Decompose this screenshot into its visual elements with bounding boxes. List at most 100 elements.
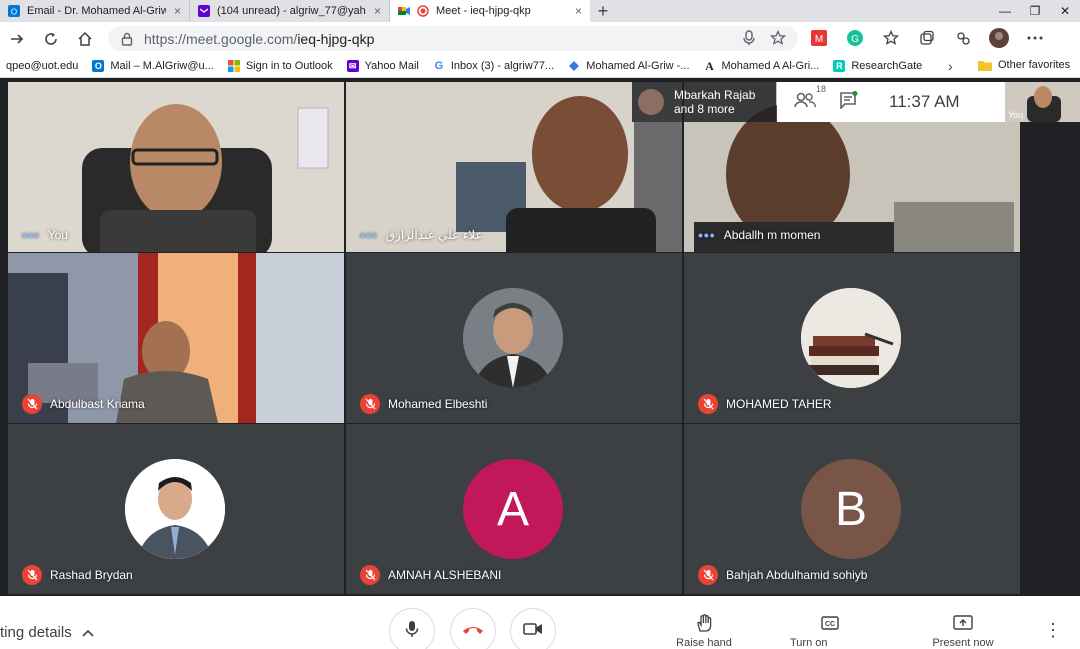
bookmark-label: Sign in to Outlook: [245, 60, 333, 72]
microphone-button[interactable]: [389, 608, 435, 649]
researchgate-icon: R: [833, 60, 846, 72]
camera-icon: [523, 622, 543, 641]
svg-text:O: O: [11, 8, 17, 17]
participant-label: MOHAMED TAHER: [698, 394, 832, 414]
avatar: [801, 288, 901, 388]
maximize-icon[interactable]: ❐: [1020, 0, 1050, 22]
minimize-icon[interactable]: —: [990, 0, 1020, 22]
avatar: [638, 89, 664, 115]
bookmark-item[interactable]: Sign in to Outlook: [227, 60, 333, 72]
present-now-button[interactable]: Present now: [923, 614, 1003, 649]
profile-share-icon[interactable]: [952, 27, 974, 49]
self-label: You: [1008, 110, 1024, 120]
favorites-icon[interactable]: [880, 27, 902, 49]
camera-button[interactable]: [510, 608, 556, 649]
bookmark-item[interactable]: ✉ Yahoo Mail: [346, 60, 419, 72]
google-icon: G: [432, 60, 445, 72]
close-icon[interactable]: ×: [174, 4, 181, 18]
address-bar: https://meet.google.com/ieq-hjpg-qkp M G: [0, 22, 1080, 55]
mic-off-icon: [360, 565, 380, 585]
participant-name: Rashad Brydan: [50, 568, 133, 582]
bookmark-label: Mail – M.AlGriw@u...: [110, 60, 214, 72]
tab-title: Email - Dr. Mohamed Al-Griw - C: [27, 5, 166, 17]
lock-icon: [120, 32, 134, 46]
bookmark-item[interactable]: A Mohamed A Al-Gri...: [703, 59, 820, 73]
avatar-initial: A: [463, 459, 563, 559]
people-icon: [794, 92, 816, 113]
more-options-icon[interactable]: ⋮: [1044, 620, 1062, 641]
participant-tile[interactable]: MOHAMED TAHER: [684, 253, 1020, 423]
collections-icon[interactable]: [916, 27, 938, 49]
microsoft-icon: [227, 60, 240, 72]
extension-red-icon[interactable]: M: [808, 27, 830, 49]
close-window-icon[interactable]: ✕: [1050, 0, 1080, 22]
bookmark-item[interactable]: R ResearchGate: [833, 60, 922, 72]
bookmark-item[interactable]: O Mail – M.AlGriw@u...: [92, 60, 214, 72]
overflow-participants[interactable]: Mbarkah Rajab and 8 more: [632, 82, 776, 122]
overflow-name: Mbarkah Rajab: [674, 88, 756, 102]
tab-meet[interactable]: Meet - ieq-hjpg-qkp ×: [390, 0, 590, 22]
raise-hand-icon: [696, 614, 712, 632]
folder-icon: [978, 59, 992, 71]
more-options-icon[interactable]: •••: [22, 227, 40, 243]
chevron-right-icon[interactable]: ›: [948, 58, 953, 74]
clock: 11:37 AM: [889, 92, 960, 111]
people-button[interactable]: 18: [783, 84, 827, 113]
participant-name: You: [47, 228, 68, 242]
bookmark-label: Mohamed A Al-Gri...: [721, 60, 820, 72]
url-field[interactable]: https://meet.google.com/ieq-hjpg-qkp: [108, 26, 798, 51]
svg-text:G: G: [851, 34, 859, 45]
close-icon[interactable]: ×: [374, 4, 381, 18]
bookmark-item[interactable]: G Inbox (3) - algriw77...: [432, 60, 554, 72]
more-options-icon[interactable]: •••: [360, 227, 378, 243]
tab-email[interactable]: O Email - Dr. Mohamed Al-Griw - C ×: [0, 0, 190, 22]
bookmark-item[interactable]: qpeo@uot.edu: [6, 60, 78, 72]
participant-name: MOHAMED TAHER: [726, 397, 832, 411]
favorite-star-icon[interactable]: [769, 29, 787, 51]
url-text: https://meet.google.com/ieq-hjpg-qkp: [144, 31, 374, 47]
other-favorites[interactable]: Other favorites: [978, 59, 1070, 71]
other-favorites-label: Other favorites: [998, 59, 1071, 71]
reload-icon[interactable]: [34, 22, 68, 55]
microphone-icon[interactable]: [742, 30, 756, 51]
tab-yahoo[interactable]: (104 unread) - algriw_77@yahoo ×: [190, 0, 390, 22]
close-icon[interactable]: ×: [575, 4, 582, 18]
participant-label: Abdulbast Kriama: [22, 394, 145, 414]
bookmarks-bar: qpeo@uot.edu O Mail – M.AlGriw@u... Sign …: [0, 55, 1080, 78]
menu-icon[interactable]: [1024, 27, 1046, 49]
avatar-initial: B: [801, 459, 901, 559]
forward-icon[interactable]: [0, 22, 34, 55]
participant-tile[interactable]: A AMNAH ALSHEBANI: [346, 424, 682, 594]
participant-tile[interactable]: ••• You: [8, 82, 344, 252]
chat-button[interactable]: [827, 90, 871, 114]
new-tab-button[interactable]: +: [590, 0, 616, 22]
leave-call-button[interactable]: [450, 608, 496, 649]
participant-tile[interactable]: Mohamed Elbeshti: [346, 253, 682, 423]
bookmark-label: Yahoo Mail: [364, 60, 419, 72]
present-icon: [953, 614, 973, 632]
avatar[interactable]: [988, 27, 1010, 49]
home-icon[interactable]: [68, 22, 102, 55]
outlook-icon: O: [8, 5, 20, 17]
participant-label: Bahjah Abdulhamid sohiyb: [698, 565, 867, 585]
raise-hand-button[interactable]: Raise hand: [664, 614, 744, 649]
more-options-icon[interactable]: •••: [698, 227, 716, 243]
participant-tile[interactable]: B Bahjah Abdulhamid sohiyb: [684, 424, 1020, 594]
grammarly-icon[interactable]: G: [844, 27, 866, 49]
captions-icon: CC: [821, 614, 839, 632]
meeting-details-button[interactable]: ting details: [0, 624, 94, 641]
meeting-top-panel: 18 11:37 AM: [777, 82, 1005, 122]
bookmark-item[interactable]: Mohamed Al-Griw -...: [568, 60, 690, 72]
people-count: 18: [816, 83, 827, 94]
participant-name: Abdallh m momen: [723, 228, 821, 242]
meet-icon: [398, 5, 410, 17]
yahoo-icon: ✉: [346, 60, 359, 72]
participant-tile[interactable]: Abdulbast Kriama: [8, 253, 344, 423]
chat-icon: [839, 90, 859, 114]
avatar: [125, 459, 225, 559]
participant-tile[interactable]: Rashad Brydan: [8, 424, 344, 594]
captions-button[interactable]: CC Turn on captions: [790, 614, 870, 649]
tab-title: (104 unread) - algriw_77@yahoo: [217, 5, 366, 17]
meeting-controls-bar: ting details Raise hand CC Turn on capti…: [0, 596, 1080, 649]
self-preview[interactable]: You: [1005, 82, 1080, 122]
